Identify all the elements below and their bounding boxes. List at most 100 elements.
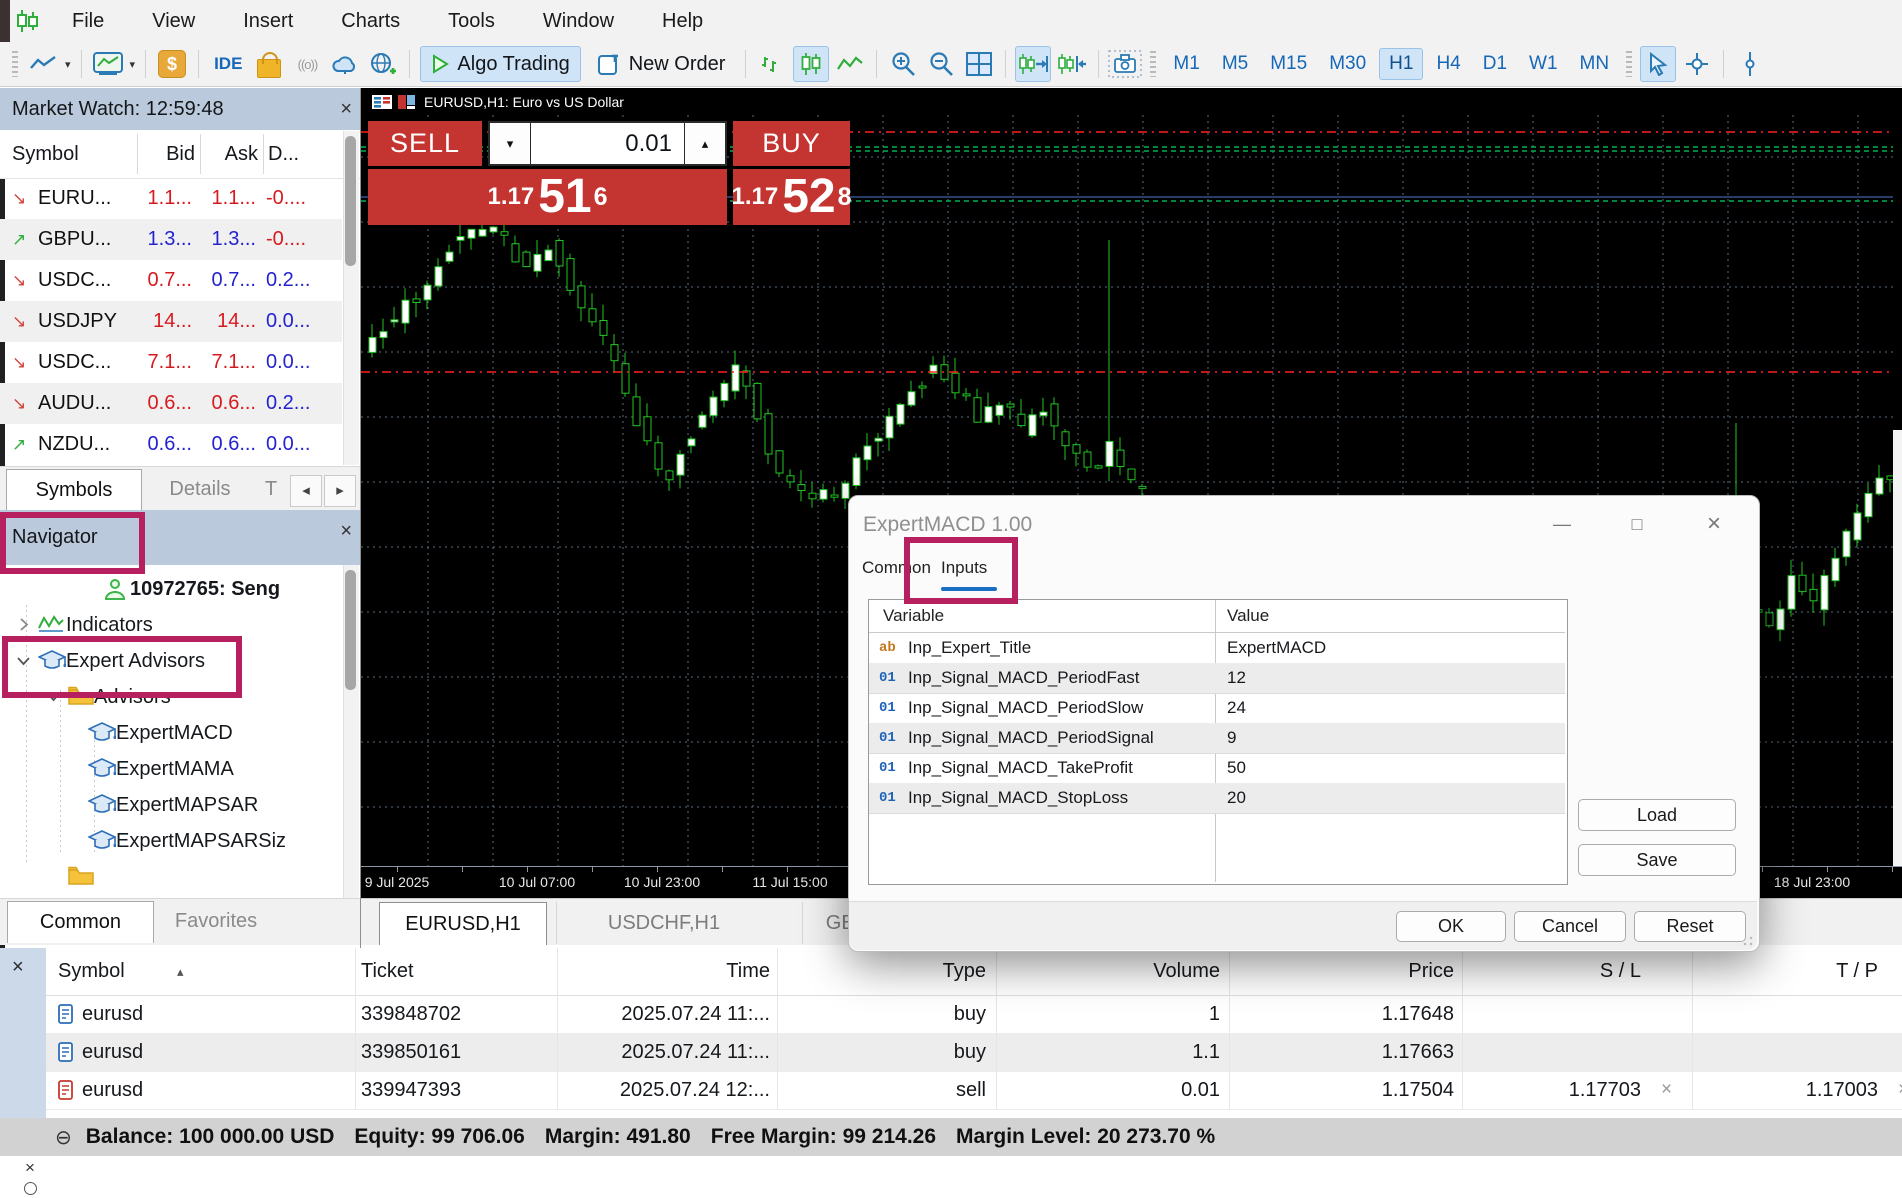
timeframe-h1[interactable]: H1 [1379, 48, 1423, 80]
value-cell[interactable]: ExpertMACD [1227, 633, 1326, 663]
column-symbol[interactable]: Symbol [12, 130, 132, 178]
new-order-button[interactable]: New Order [587, 47, 736, 81]
toolbar-drag-handle[interactable] [1626, 51, 1632, 77]
market-watch-row[interactable]: ↘USDJPY14...14...0.0... [0, 301, 342, 342]
value-cell[interactable]: 20 [1227, 783, 1246, 813]
column-d[interactable]: D... [268, 130, 338, 178]
value-cell[interactable]: 9 [1227, 723, 1236, 753]
timeframe-d1[interactable]: D1 [1474, 49, 1516, 79]
market-watch-row[interactable]: ↘USDC...7.1...7.1...0.0... [0, 342, 342, 383]
input-row-inp_signal_macd_stoploss[interactable]: 01Inp_Signal_MACD_StopLoss20 [869, 783, 1565, 814]
maximize-icon[interactable]: □ [1620, 508, 1654, 540]
timeframe-m30[interactable]: M30 [1320, 49, 1375, 79]
navigator-scrollbar-thumb[interactable] [345, 570, 356, 690]
tab-inputs[interactable]: Inputs [941, 551, 987, 585]
timeframe-m15[interactable]: M15 [1261, 49, 1316, 79]
menu-item-insert[interactable]: Insert [219, 10, 317, 33]
chart-tab-usdchf-h1[interactable]: USDCHF,H1 [556, 902, 771, 944]
timeframe-w1[interactable]: W1 [1520, 49, 1567, 79]
navigator-close-icon[interactable]: × [340, 510, 352, 552]
close-icon[interactable]: × [1697, 508, 1731, 540]
volume-value[interactable]: 0.01 [531, 123, 684, 164]
minimize-icon[interactable]: — [1545, 508, 1579, 540]
market-watch-row[interactable]: ↘EURU...1.1...1.1...-0.... [0, 178, 342, 219]
cancel-button[interactable]: Cancel [1514, 911, 1626, 942]
tab-symbols[interactable]: Symbols [6, 469, 142, 511]
chevron-down-icon[interactable] [16, 653, 31, 668]
algo-trading-button[interactable]: Algo Trading [420, 46, 580, 82]
quick-trade-icon[interactable] [398, 95, 416, 109]
depth-of-market-icon[interactable] [372, 95, 392, 109]
bar-chart-icon[interactable] [755, 47, 789, 81]
ok-button[interactable]: OK [1396, 911, 1506, 942]
zoom-out-icon[interactable] [924, 47, 958, 81]
cloud-icon[interactable] [328, 47, 362, 81]
market-bag-icon[interactable] [252, 47, 286, 81]
screenshot-icon[interactable] [1108, 47, 1142, 81]
tree-item-advisors[interactable]: Advisors [0, 679, 342, 715]
value-cell[interactable]: 24 [1227, 693, 1246, 723]
market-watch-scrollbar-thumb[interactable] [345, 136, 356, 266]
resize-grip[interactable] [1743, 936, 1753, 946]
reset-button[interactable]: Reset [1634, 911, 1746, 942]
menu-item-window[interactable]: Window [519, 10, 638, 33]
zoom-in-icon[interactable] [886, 47, 920, 81]
cursor-icon[interactable] [1640, 46, 1676, 82]
candle-chart-icon[interactable] [793, 46, 829, 82]
new-chart-icon[interactable] [91, 47, 125, 81]
toolbar-drag-handle[interactable] [12, 51, 18, 77]
column-symbol[interactable]: Symbol [58, 948, 125, 995]
input-row-inp_signal_macd_periodslow[interactable]: 01Inp_Signal_MACD_PeriodSlow24 [869, 693, 1565, 724]
market-watch-row[interactable]: ↘USDC...0.7...0.7...0.2... [0, 260, 342, 301]
line-chart-icon[interactable] [833, 47, 867, 81]
dropdown-arrow-icon[interactable]: ▾ [130, 58, 136, 71]
chart-tab-eurusd-h1[interactable]: EURUSD,H1 [379, 902, 547, 945]
remove-sl-icon[interactable]: × [1661, 1071, 1672, 1109]
sell-button[interactable]: SELL [368, 121, 482, 166]
toolbar-drag-handle[interactable] [1150, 51, 1156, 77]
crosshair-icon[interactable] [1680, 47, 1714, 81]
value-cell[interactable]: 50 [1227, 753, 1246, 783]
menu-item-help[interactable]: Help [638, 10, 727, 33]
column-ask[interactable]: Ask [200, 130, 258, 178]
vertical-line-icon[interactable] [1733, 47, 1767, 81]
column-tp[interactable]: T / P [1706, 948, 1878, 995]
load-button[interactable]: Load [1578, 799, 1736, 831]
input-row-inp_signal_macd_takeprofit[interactable]: 01Inp_Signal_MACD_TakeProfit50 [869, 753, 1565, 784]
tree-item-expertmama[interactable]: ExpertMAMA [0, 751, 342, 787]
tree-item-10972765-seng[interactable]: 10972765: Seng [0, 571, 342, 607]
chart-line-tool-icon[interactable] [26, 47, 60, 81]
position-row[interactable]: eurusd3399473932025.07.24 12:...sell0.01… [46, 1071, 1902, 1110]
column-ticket[interactable]: Ticket [361, 948, 414, 995]
tab-common[interactable]: Common [862, 551, 931, 585]
tab-common[interactable]: Common [7, 901, 154, 943]
tree-item-expert-advisors[interactable]: Expert Advisors [0, 643, 342, 679]
tab-details[interactable]: Details [150, 469, 250, 510]
position-row[interactable]: eurusd3398501612025.07.24 11:...buy1.11.… [46, 1033, 1902, 1072]
volume-increase-button[interactable]: ▴ [684, 123, 725, 164]
menu-item-charts[interactable]: Charts [317, 10, 424, 33]
market-watch-close-icon[interactable]: × [340, 88, 352, 130]
tree-item-indicators[interactable]: Indicators [0, 607, 342, 643]
chevron-down-icon[interactable] [46, 689, 61, 704]
buy-price[interactable]: 1.17 52 8 [733, 169, 850, 225]
save-button[interactable]: Save [1578, 844, 1736, 876]
tree-item-expertmapsarsiz[interactable]: ExpertMAPSARSiz [0, 823, 342, 859]
docked-panel-handle[interactable]: × [17, 1158, 43, 1198]
tab-t[interactable]: T [258, 469, 284, 510]
collapse-icon[interactable]: ⊖ [55, 1125, 72, 1150]
vps-globe-icon[interactable] [366, 47, 400, 81]
dropdown-arrow-icon[interactable]: ▾ [65, 58, 71, 71]
value-cell[interactable]: 12 [1227, 663, 1246, 693]
buy-button[interactable]: BUY [733, 121, 850, 166]
tab-favorites[interactable]: Favorites [160, 901, 272, 942]
input-row-inp_signal_macd_periodsignal[interactable]: 01Inp_Signal_MACD_PeriodSignal9 [869, 723, 1565, 754]
sell-price[interactable]: 1.17 51 6 [368, 169, 727, 225]
input-row-inp_expert_title[interactable]: abInp_Expert_TitleExpertMACD [869, 633, 1565, 664]
chevron-right-icon[interactable] [16, 617, 31, 632]
remove-tp-icon[interactable]: × [1898, 1071, 1902, 1109]
scroll-left-icon[interactable]: ◂ [290, 475, 322, 507]
menu-item-tools[interactable]: Tools [424, 10, 519, 33]
timeframe-m1[interactable]: M1 [1164, 49, 1208, 79]
ide-button[interactable]: IDE [206, 54, 250, 74]
